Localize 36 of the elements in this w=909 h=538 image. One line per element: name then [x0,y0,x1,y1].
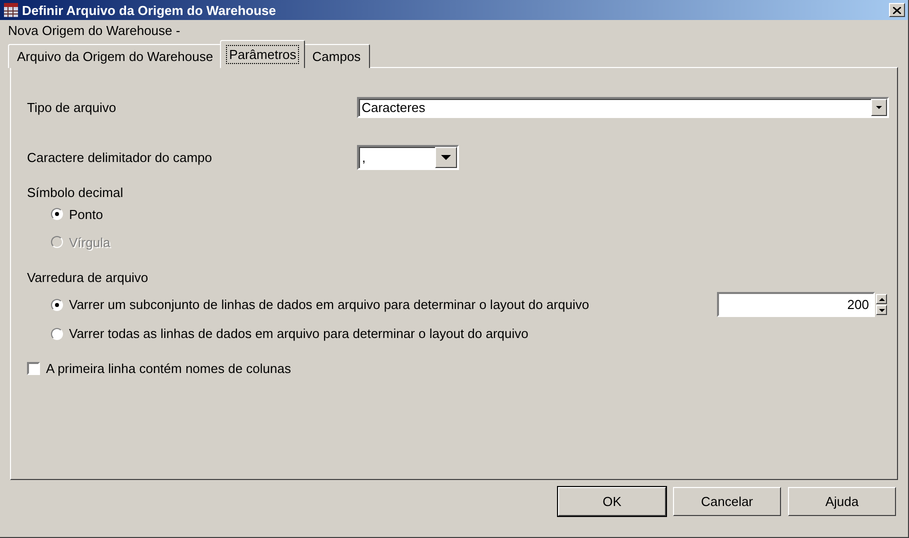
radio-option[interactable]: Varrer um subconjunto de linhas de dados em arquivo para determinar o layout do arquivo 200 [27,290,889,319]
row-count-field[interactable]: 200 [717,292,875,317]
tab[interactable]: Arquivo da Origem do Warehouse [8,44,222,68]
table-icon [3,2,19,18]
dialog-button[interactable]: Ajuda [788,487,896,516]
radio-button[interactable] [51,298,63,310]
caret-icon [441,154,451,160]
window-title: Definir Arquivo da Origem do Warehouse [22,2,278,18]
group-label: Varredura de arquivo [27,270,148,284]
delimiter-dropdown[interactable]: , [357,144,459,170]
close-button[interactable] [889,3,905,17]
close-icon [893,6,901,14]
radio-option[interactable]: Varrer todas as linhas de dados em arquivo para determinar o layout do arquivo [27,319,889,348]
checkbox[interactable] [27,362,40,374]
tab[interactable]: Parâmetros [220,40,306,68]
checkbox-label: A primeira linha contém nomes de colunas [46,360,291,376]
tab[interactable]: Campos [303,44,370,68]
field-label: Tipo de arquivo [27,100,118,114]
down-arrow-icon [878,308,884,312]
spin-down-button[interactable] [876,305,887,315]
dialog-button[interactable]: Cancelar [673,487,781,516]
radio-label: Varrer todas as linhas de dados em arquivo para determinar o layout do arquivo [69,326,528,341]
radio-option[interactable]: Ponto [27,202,889,226]
spin-up-button[interactable] [876,294,887,304]
field-label: Caractere delimitador do campo [27,150,213,164]
caret-icon [876,106,882,108]
radio-button[interactable] [51,328,63,340]
radio-label: Varrer um subconjunto de linhas de dados em arquivo para determinar o layout do arquivo [69,297,590,312]
radio-label: Ponto [69,206,103,222]
dialog-button[interactable]: OK [558,487,666,516]
radio-label: Vírgula [69,234,110,250]
up-arrow-icon [878,298,884,300]
group-label: Símbolo decimal [27,184,124,200]
file-type-dropdown[interactable]: Caracteres [356,96,889,118]
subtitle: Nova Origem do Warehouse - [7,22,182,38]
radio-button[interactable] [51,208,63,220]
